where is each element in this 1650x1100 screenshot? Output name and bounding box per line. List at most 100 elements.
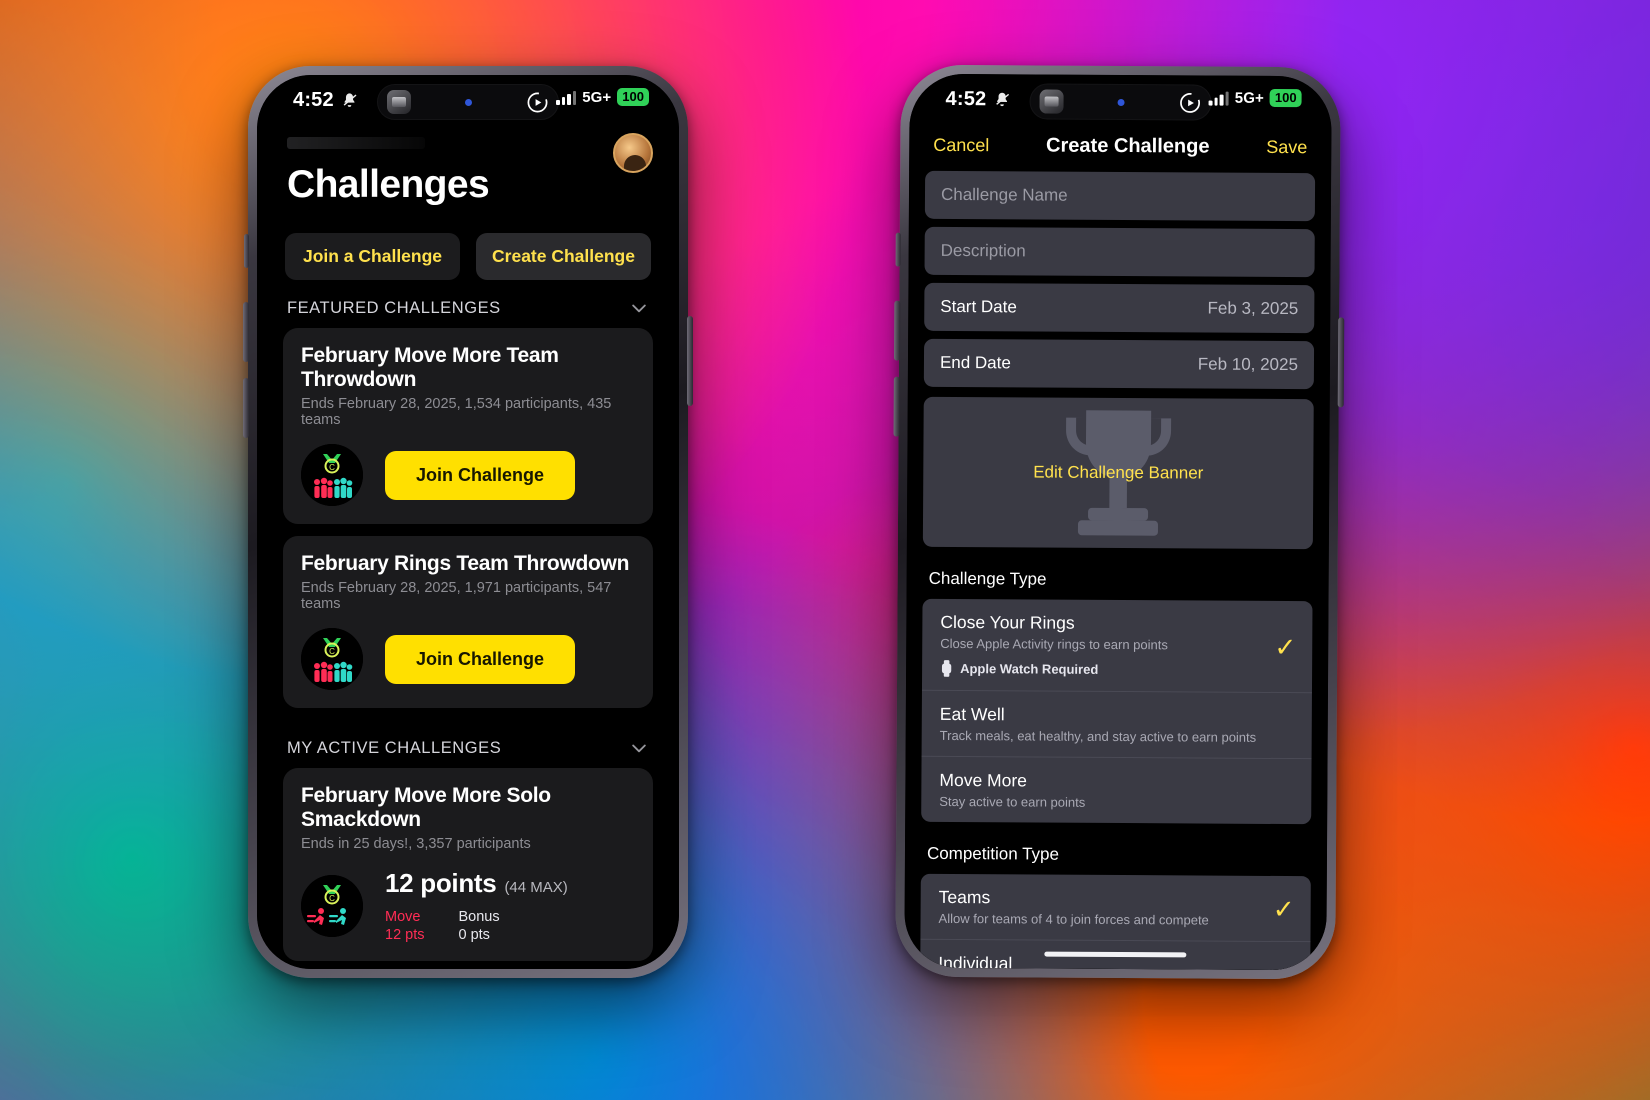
option-title: Teams [938,886,991,908]
section-label: MY ACTIVE CHALLENGES [287,738,502,757]
option-move-more[interactable]: Move More Stay active to earn points [921,755,1312,825]
svg-text:C: C [329,463,335,472]
option-subtitle: Close Apple Activity rings to earn point… [940,635,1168,653]
chevron-down-icon[interactable] [629,298,649,318]
challenge-title: February Rings Team Throwdown [301,552,630,575]
cancel-button[interactable]: Cancel [933,135,989,156]
app-thumbnail-icon [387,90,411,114]
metric-value: 0 pts [458,927,490,943]
featured-challenge-card[interactable]: February Move More Team Throwdown Ends F… [283,328,653,524]
phone-left: 4:52 5G+ 100 Challenges Join a Challenge… [243,66,693,978]
bell-slash-icon [343,93,357,107]
app-thumbnail-icon [1039,89,1064,114]
svg-text:C: C [329,894,335,903]
team-medal-icon: C [301,444,363,506]
scrolled-title-ghost [287,137,425,149]
option-close-your-rings[interactable]: Close Your Rings Close Apple Activity ri… [922,599,1313,692]
status-time: 4:52 [945,87,987,111]
end-date-label: End Date [939,352,1011,373]
points-max: (44 MAX) [504,879,568,896]
checkmark-icon: ✓ [1274,631,1297,662]
cellular-signal-icon [556,90,577,105]
bell-slash-icon [996,92,1010,107]
status-dot-icon [465,98,472,106]
chevron-down-icon[interactable] [629,738,649,758]
volume-down-button[interactable] [243,378,249,438]
metric-value: 12 pts [385,927,425,943]
dynamic-island[interactable] [377,84,559,120]
volume-down-button[interactable] [893,376,900,437]
save-button[interactable]: Save [1266,137,1307,158]
challenge-name-input[interactable]: Challenge Name [924,170,1316,222]
status-time: 4:52 [293,89,334,111]
apple-watch-icon [941,660,952,677]
volume-up-button[interactable] [243,302,249,362]
challenge-subtitle: Ends February 28, 2025, 1,971 participan… [301,580,612,612]
dynamic-island[interactable] [1029,83,1212,121]
option-title: Eat Well [939,703,1005,725]
avatar[interactable] [613,133,653,173]
network-label: 5G+ [582,88,612,106]
competition-type-heading: Competition Type [926,843,1060,864]
metric-label: Move [385,909,421,925]
option-title: Close Your Rings [940,611,1075,633]
challenge-type-heading: Challenge Type [928,568,1047,589]
status-bar: 4:52 5G+ 100 [909,74,1331,131]
power-button[interactable] [1337,317,1345,408]
option-subtitle: Allow for teams of 4 to join forces and … [938,910,1209,928]
volume-up-button[interactable] [893,300,901,361]
metric-move: Move 12 pts [385,909,425,943]
requirement-label: Apple Watch Required [960,661,1099,677]
checkmark-icon: ✓ [1272,893,1295,924]
battery-badge: 100 [1269,88,1302,108]
challenges-screen: 4:52 5G+ 100 Challenges Join a Challenge… [257,75,679,969]
start-date-value[interactable]: Feb 3, 2025 [1207,299,1299,320]
points-value: 12 points [385,868,497,898]
start-date-label: Start Date [940,296,1017,317]
phone-right: 4:52 5G+ 100 Cancel Create Challenge Sav… [893,64,1345,980]
challenge-type-group: Close Your Rings Close Apple Activity ri… [921,598,1313,825]
metric-label: Bonus [458,909,500,925]
active-challenge-card[interactable]: February Move More Solo Smackdown Ends i… [283,768,653,961]
option-eat-well[interactable]: Eat Well Track meals, eat healthy, and s… [921,689,1312,759]
status-dot-icon [1117,98,1125,106]
status-bar: 4:52 5G+ 100 [257,75,679,129]
end-date-row[interactable]: End Date Feb 10, 2025 [923,338,1315,390]
challenge-banner[interactable]: Edit Challenge Banner [922,396,1314,550]
network-label: 5G+ [1234,89,1264,107]
description-placeholder: Description [940,240,1026,261]
status-indicators: 5G+ 100 [1208,88,1302,108]
power-button[interactable] [687,316,693,406]
join-challenge-button[interactable]: Join Challenge [385,450,575,500]
section-label: FEATURED CHALLENGES [287,298,501,317]
challenge-title: February Move More Solo Smackdown [301,784,551,831]
team-medal-icon: C [301,628,363,690]
option-subtitle: Stay active to earn points [939,793,1086,810]
action-buttons: Join a Challenge Create Challenge [257,207,679,280]
points-summary: 12 points (44 MAX) Move 12 pts Bonus 0 p… [385,868,635,943]
challenge-title: February Move More Team Throwdown [301,344,559,391]
section-header-featured[interactable]: FEATURED CHALLENGES [257,280,679,328]
mute-switch[interactable] [895,232,901,267]
challenge-name-placeholder: Challenge Name [940,184,1068,205]
home-indicator[interactable] [1044,951,1187,958]
join-challenge-button[interactable]: Join Challenge [385,634,575,684]
create-challenge-button[interactable]: Create Challenge [476,233,651,280]
mute-switch[interactable] [244,234,249,268]
screen-record-icon [1180,92,1201,113]
battery-badge: 100 [617,88,649,106]
join-a-challenge-button[interactable]: Join a Challenge [285,233,460,280]
section-header-active[interactable]: MY ACTIVE CHALLENGES [257,720,679,768]
option-teams[interactable]: Teams Allow for teams of 4 to join force… [920,874,1310,941]
featured-challenge-card[interactable]: February Rings Team Throwdown Ends Febru… [283,536,653,708]
screen-record-icon [527,92,548,112]
header-row [257,133,679,173]
runners-medal-icon: C [301,874,363,937]
svg-text:C: C [329,647,335,656]
start-date-row[interactable]: Start Date Feb 3, 2025 [924,282,1315,334]
end-date-value[interactable]: Feb 10, 2025 [1198,354,1298,375]
description-input[interactable]: Description [924,226,1315,278]
edit-banner-label[interactable]: Edit Challenge Banner [1033,462,1203,483]
create-challenge-screen: 4:52 5G+ 100 Cancel Create Challenge Sav… [904,73,1332,971]
challenge-subtitle: Ends February 28, 2025, 1,534 participan… [301,396,612,428]
